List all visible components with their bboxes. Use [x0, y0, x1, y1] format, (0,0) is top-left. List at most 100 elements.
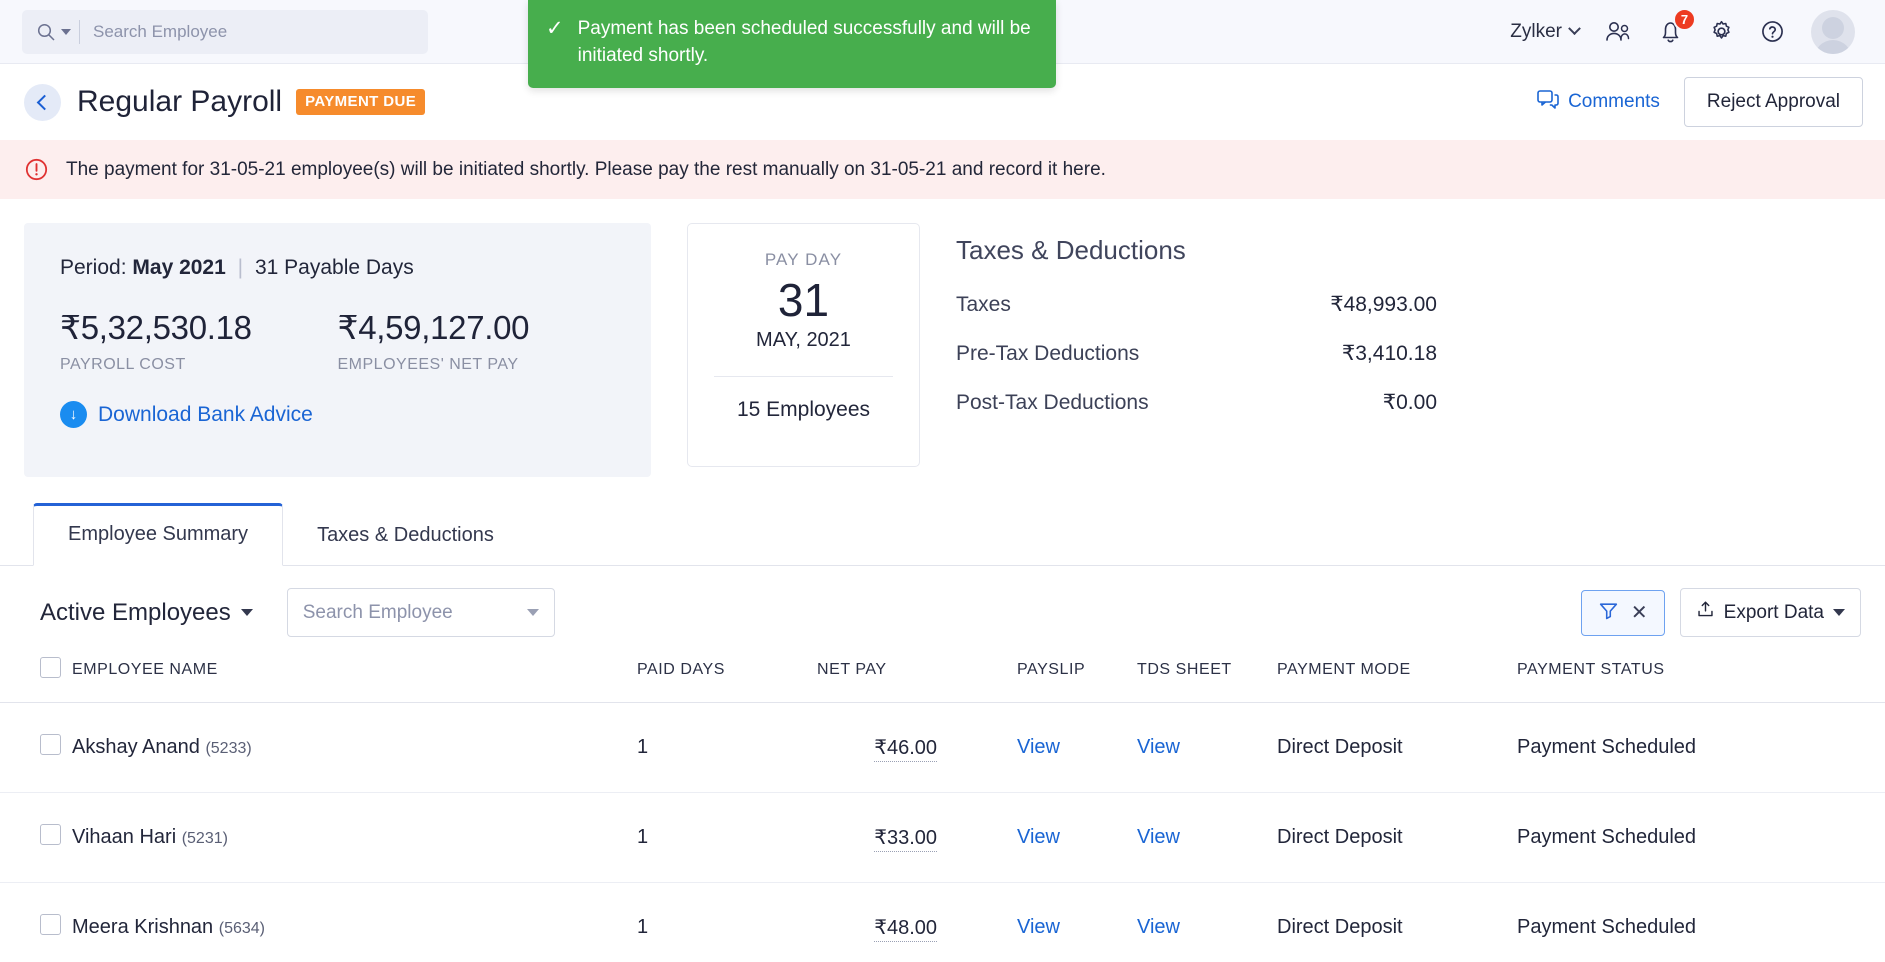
cell-payment-mode: Direct Deposit: [1277, 703, 1517, 793]
divider: [79, 20, 80, 44]
tds-view-link[interactable]: View: [1137, 826, 1180, 848]
spacer-cell: [937, 793, 1017, 883]
table-row[interactable]: Vihaan Hari (5231) 1 ₹33.00 View View Di…: [0, 793, 1885, 883]
divider: |: [238, 256, 243, 279]
net-pay-block: ₹4,59,127.00 EMPLOYEES' NET PAY: [338, 308, 616, 374]
table-row[interactable]: Meera Krishnan (5634) 1 ₹48.00 View View…: [0, 883, 1885, 962]
amount-group: ₹5,32,530.18 PAYROLL COST ₹4,59,127.00 E…: [60, 308, 615, 374]
help-icon[interactable]: [1760, 19, 1785, 44]
tax-row: Pre-Tax Deductions ₹3,410.18: [956, 341, 1861, 366]
alert-message: The payment for 31-05-21 employee(s) wil…: [66, 159, 1106, 181]
payslip-view-link[interactable]: View: [1017, 826, 1060, 848]
select-all-checkbox[interactable]: [40, 657, 61, 678]
cell-paid-days: 1: [637, 703, 817, 793]
search-employee-input[interactable]: Search Employee: [287, 588, 555, 637]
payroll-summary: Period: May 2021 | 31 Payable Days ₹5,32…: [0, 199, 1885, 477]
column-tds-sheet[interactable]: TDS SHEET: [1137, 657, 1277, 703]
back-button[interactable]: [24, 84, 61, 121]
tax-name: Post-Tax Deductions: [956, 391, 1252, 415]
row-checkbox[interactable]: [40, 914, 61, 935]
column-paid-days[interactable]: PAID DAYS: [637, 657, 817, 703]
net-pay-value: ₹48.00: [874, 917, 937, 942]
search-icon[interactable]: [36, 22, 71, 42]
funnel-icon: [1598, 600, 1619, 626]
cell-net-pay: ₹48.00: [817, 883, 937, 962]
spacer-cell: [937, 703, 1017, 793]
payday-employee-count: 15 Employees: [698, 377, 909, 443]
comments-label: Comments: [1568, 91, 1660, 113]
avatar[interactable]: [1811, 10, 1855, 54]
org-name-label: Zylker: [1510, 21, 1562, 43]
cell-payment-mode: Direct Deposit: [1277, 793, 1517, 883]
cell-payslip: View: [1017, 883, 1137, 962]
cell-payment-status: Payment Scheduled: [1517, 793, 1885, 883]
spacer-cell: [937, 883, 1017, 962]
table-row[interactable]: Akshay Anand (5233) 1 ₹46.00 View View D…: [0, 703, 1885, 793]
column-payment-status[interactable]: PAYMENT STATUS: [1517, 657, 1885, 703]
tab-taxes-deductions[interactable]: Taxes & Deductions: [283, 504, 528, 566]
employee-table: EMPLOYEE NAME PAID DAYS NET PAY PAYSLIP …: [0, 657, 1885, 962]
comments-icon: [1537, 89, 1559, 116]
cell-payslip: View: [1017, 793, 1137, 883]
tds-view-link[interactable]: View: [1137, 916, 1180, 938]
global-search-placeholder: Search Employee: [93, 22, 227, 42]
gear-icon[interactable]: [1709, 19, 1734, 44]
status-badge: PAYMENT DUE: [296, 89, 425, 115]
notification-badge: 7: [1673, 8, 1696, 31]
cell-paid-days: 1: [637, 793, 817, 883]
column-net-pay[interactable]: NET PAY: [817, 657, 937, 703]
employee-name: Meera Krishnan: [72, 916, 213, 938]
payday-month-year: MAY, 2021: [698, 329, 909, 352]
toast-message: Payment has been scheduled successfully …: [578, 16, 1036, 70]
global-search-input[interactable]: Search Employee: [22, 10, 428, 54]
export-data-button[interactable]: Export Data: [1680, 588, 1861, 637]
select-all-header: [0, 657, 72, 703]
tab-label: Taxes & Deductions: [317, 524, 494, 546]
payslip-view-link[interactable]: View: [1017, 736, 1060, 758]
bell-icon[interactable]: 7: [1658, 19, 1683, 45]
column-employee-name[interactable]: EMPLOYEE NAME: [72, 657, 637, 703]
tax-row: Post-Tax Deductions ₹0.00: [956, 390, 1861, 415]
tax-row: Taxes ₹48,993.00: [956, 292, 1861, 317]
employee-filter-dropdown[interactable]: Active Employees: [40, 599, 253, 627]
check-icon: ✓: [546, 16, 564, 70]
payday-day: 31: [698, 274, 909, 327]
tds-view-link[interactable]: View: [1137, 736, 1180, 758]
page-title: Regular Payroll: [77, 85, 282, 119]
payday-card: PAY DAY 31 MAY, 2021 15 Employees: [687, 223, 920, 467]
cell-payment-status: Payment Scheduled: [1517, 883, 1885, 962]
employee-id: (5231): [182, 830, 228, 847]
tax-amount: ₹3,410.18: [1252, 341, 1437, 366]
alert-icon: [24, 157, 49, 182]
comments-button[interactable]: Comments: [1537, 89, 1660, 116]
cell-paid-days: 1: [637, 883, 817, 962]
cell-employee-name: Meera Krishnan (5634): [72, 883, 637, 962]
row-checkbox[interactable]: [40, 734, 61, 755]
row-checkbox[interactable]: [40, 824, 61, 845]
cell-net-pay: ₹46.00: [817, 703, 937, 793]
net-pay-value: ₹46.00: [874, 737, 937, 762]
cell-employee-name: Akshay Anand (5233): [72, 703, 637, 793]
reject-approval-button[interactable]: Reject Approval: [1684, 77, 1863, 127]
download-bank-advice-link[interactable]: ↓ Download Bank Advice: [60, 401, 615, 428]
column-payment-mode[interactable]: PAYMENT MODE: [1277, 657, 1517, 703]
success-toast: ✓ Payment has been scheduled successfull…: [528, 0, 1056, 88]
employee-name: Vihaan Hari: [72, 826, 176, 848]
row-select-cell: [0, 703, 72, 793]
chevron-down-icon[interactable]: [527, 609, 539, 616]
payable-days: 31 Payable Days: [255, 256, 414, 279]
tax-name: Pre-Tax Deductions: [956, 342, 1252, 366]
clear-filter-icon[interactable]: ✕: [1631, 603, 1648, 623]
payslip-view-link[interactable]: View: [1017, 916, 1060, 938]
employee-filter-label: Active Employees: [40, 599, 231, 627]
people-icon[interactable]: [1605, 20, 1632, 44]
employee-id: (5233): [205, 740, 251, 757]
global-top-bar: Search Employee Zylker 7: [0, 0, 1885, 64]
filter-button[interactable]: ✕: [1581, 590, 1665, 636]
tab-employee-summary[interactable]: Employee Summary: [33, 503, 283, 566]
taxes-deductions-summary: Taxes & Deductions Taxes ₹48,993.00 Pre-…: [956, 223, 1861, 439]
column-payslip[interactable]: PAYSLIP: [1017, 657, 1137, 703]
cell-tds-sheet: View: [1137, 793, 1277, 883]
chevron-down-icon: [1568, 22, 1581, 35]
org-switcher[interactable]: Zylker: [1510, 21, 1579, 43]
